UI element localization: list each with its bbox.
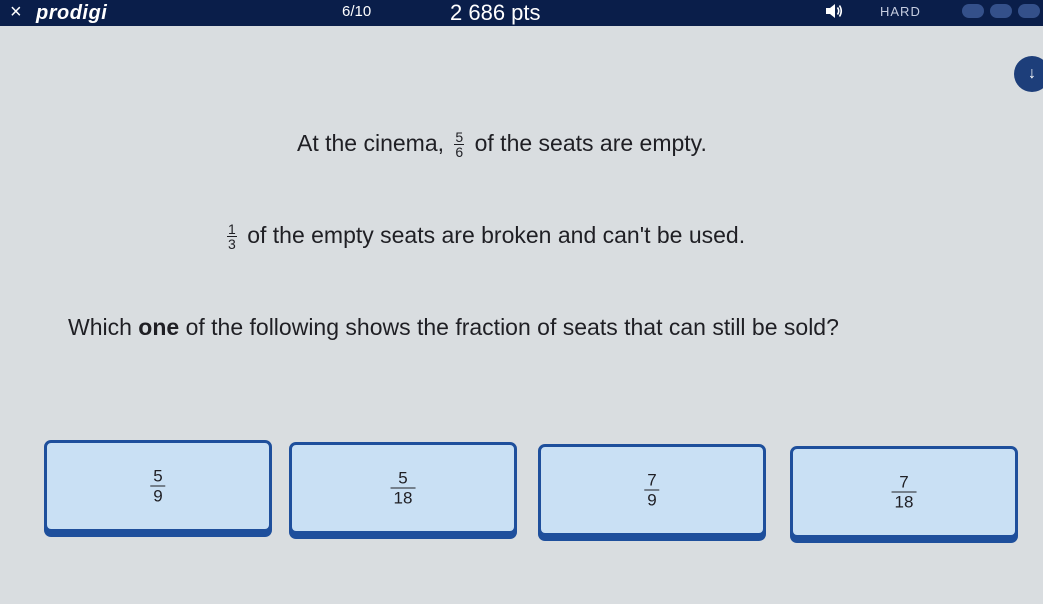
fraction-numerator: 5 [398,468,408,488]
question-text: of the seats are empty. [474,130,707,156]
question-text: At the cinema, [297,130,445,156]
question-progress: 6/10 [342,3,372,20]
points-counter: 2 686 pts [450,0,541,25]
fraction-denominator: 9 [150,485,166,506]
difficulty-dot [990,4,1012,18]
fraction-numerator: 5 [455,129,464,146]
question-emphasis: one [138,314,180,340]
top-bar: × prodigi 6/10 2 686 pts HARD [0,0,1043,26]
answer-option-1[interactable]: 5 9 [44,440,272,532]
hint-icon[interactable]: ↓ [1014,56,1043,92]
difficulty-dot [1018,4,1040,18]
fraction-numerator: 7 [899,472,909,492]
answer-fraction: 7 18 [891,472,917,512]
fraction-denominator: 6 [454,144,465,161]
answer-option-2[interactable]: 5 18 [289,442,517,534]
fraction-denominator: 18 [390,487,416,508]
fraction-numerator: 5 [153,466,163,486]
fraction-denominator: 18 [891,491,917,512]
answer-fraction: 5 9 [150,466,166,506]
answer-fraction: 5 18 [390,468,416,508]
fraction-one-third: 1 3 [227,222,237,251]
difficulty-dot [962,4,984,18]
speaker-icon[interactable] [825,3,843,19]
question-line-1: At the cinema, 5 6 of the seats are empt… [297,130,707,159]
question-line-3: Which one of the following shows the fra… [68,314,839,341]
fraction-denominator: 9 [644,489,660,510]
answer-fraction: 7 9 [644,470,660,510]
answer-option-4[interactable]: 7 18 [790,446,1018,538]
answer-option-3[interactable]: 7 9 [538,444,766,536]
difficulty-label: HARD [880,4,921,19]
question-text: of the following shows the fraction of s… [185,314,839,340]
fraction-numerator: 1 [228,221,236,238]
fraction-numerator: 7 [647,470,657,490]
fraction-denominator: 3 [227,236,237,253]
question-text: of the empty seats are broken and can't … [247,222,746,248]
question-text: Which [68,314,132,340]
prodigy-logo: prodigi [36,2,108,24]
question-line-2: 1 3 of the empty seats are broken and ca… [223,222,745,251]
close-icon[interactable]: × [10,2,22,22]
fraction-five-sixths: 5 6 [454,129,465,161]
